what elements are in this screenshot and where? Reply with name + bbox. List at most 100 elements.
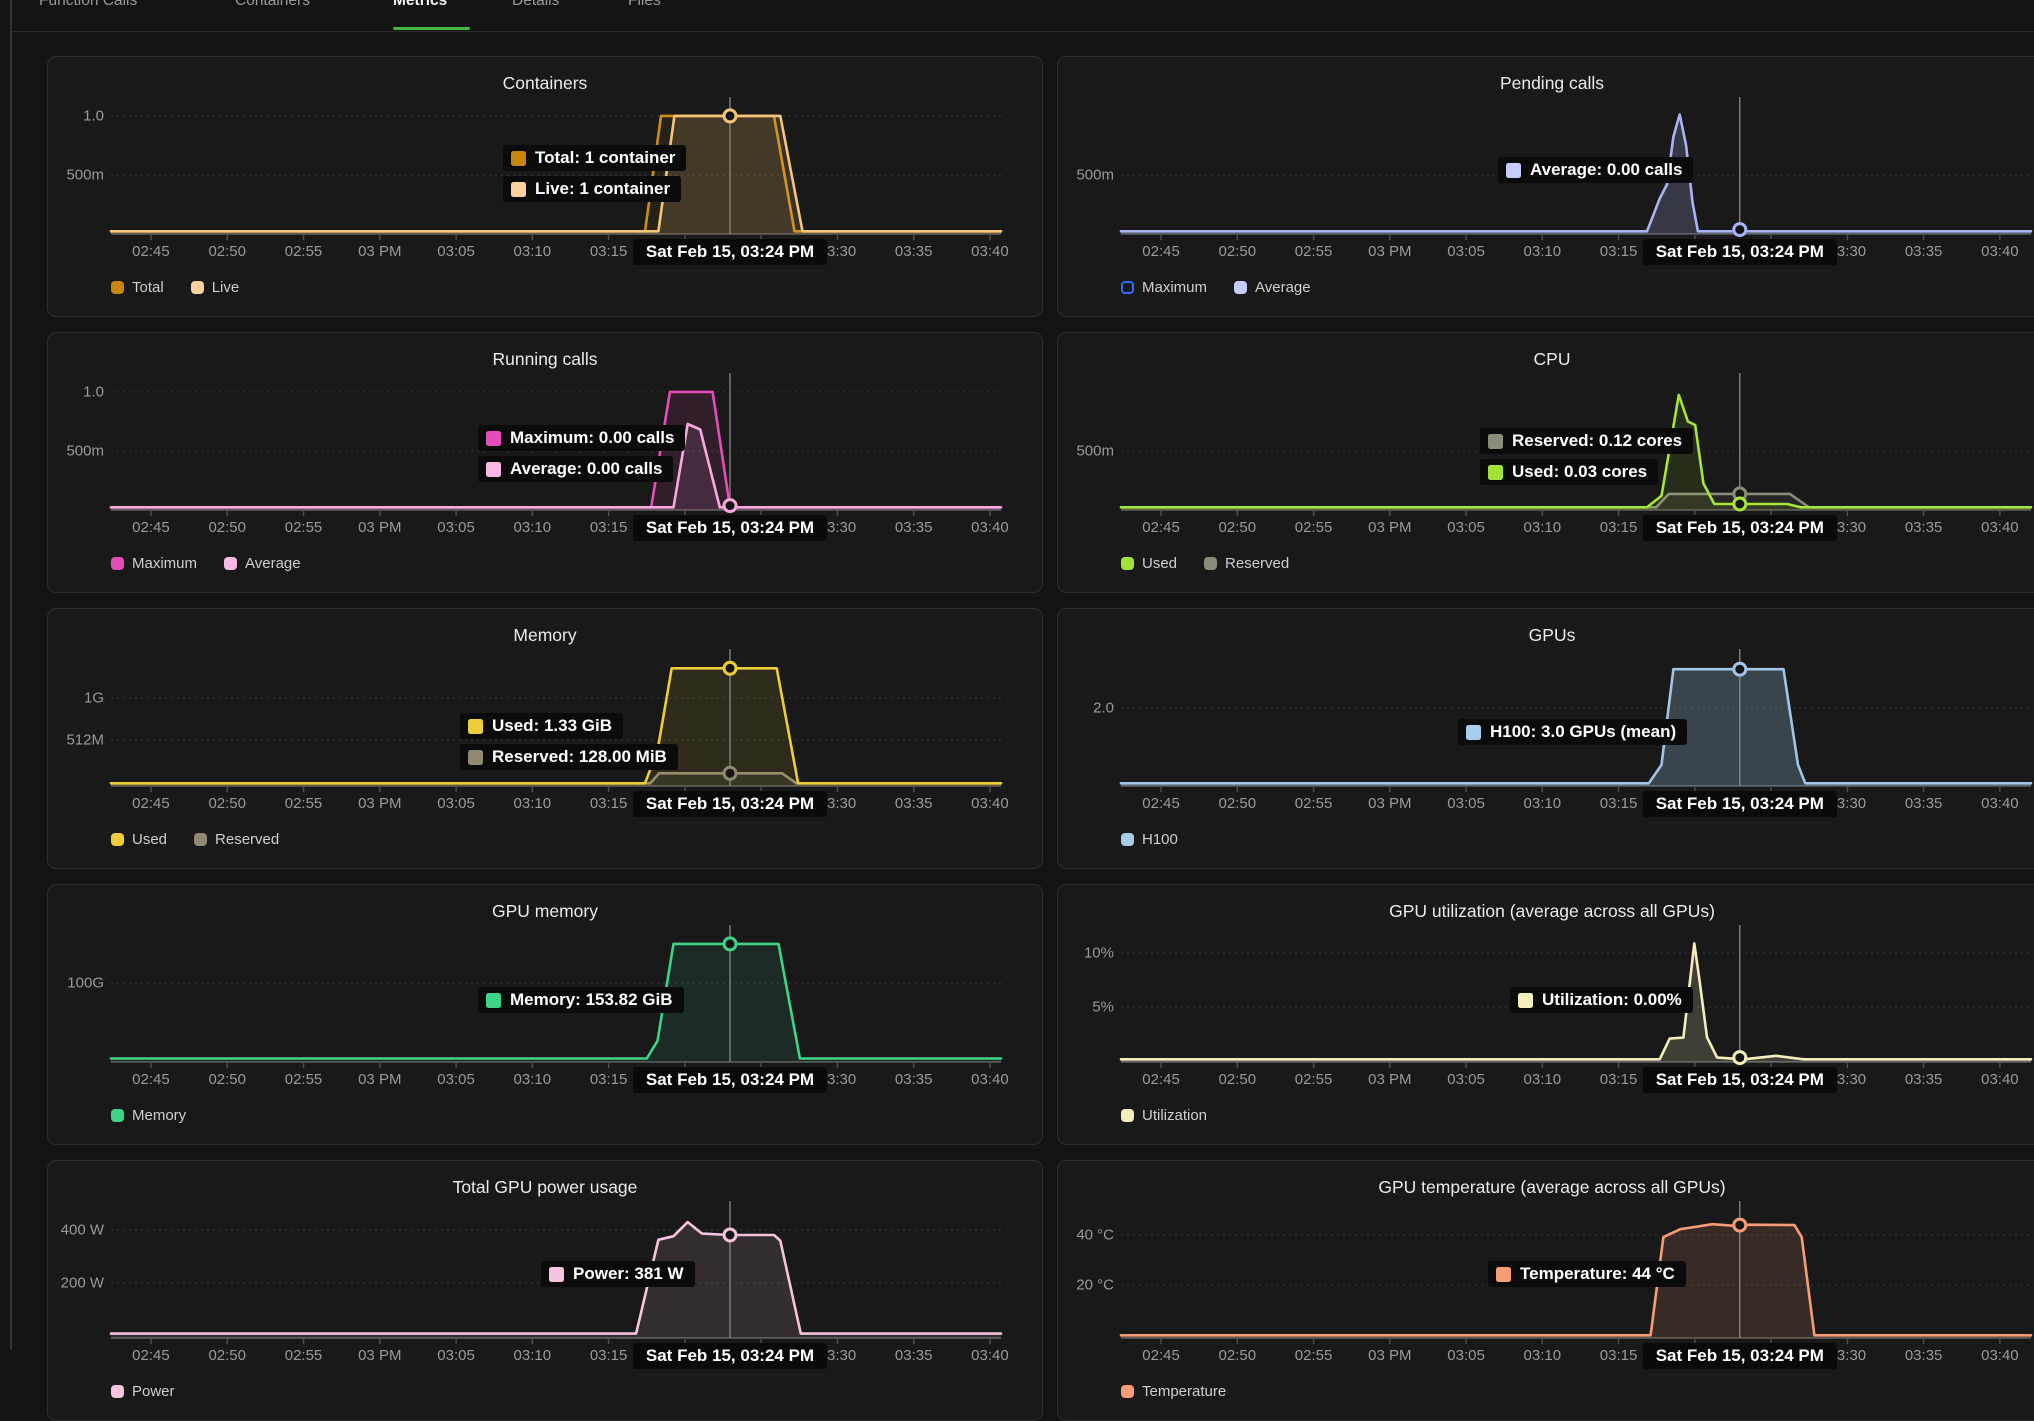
chart-legend: Temperature: [1121, 1383, 1226, 1400]
legend-item-used[interactable]: Used: [1121, 555, 1177, 572]
chart-legend: Total Live: [111, 279, 239, 296]
chart-card-gpu-power: Total GPU power usage 400 W200 W 02:4502…: [47, 1160, 1043, 1421]
tooltip-row: Reserved: 0.12 cores: [1480, 428, 1693, 454]
legend-swatch: [1121, 833, 1134, 846]
series-line-reserved: [1121, 494, 2031, 507]
tab-bar: Function Calls Containers Metrics Detail…: [0, 0, 2034, 33]
legend-swatch: [191, 281, 204, 294]
plot-area[interactable]: [111, 1161, 1001, 1357]
tab-bar-divider: [11, 31, 2034, 32]
series-tooltip: Reserved: 0.12 cores Used: 0.03 cores: [1480, 428, 1693, 490]
tab-function-calls[interactable]: Function Calls: [39, 0, 137, 12]
plot-area[interactable]: [1121, 885, 2031, 1081]
crosshair-date-tooltip: Sat Feb 15, 03:24 PM: [1643, 515, 1837, 541]
legend-item-h100[interactable]: H100: [1121, 831, 1178, 848]
chart-legend: H100: [1121, 831, 1178, 848]
crosshair-date-tooltip: Sat Feb 15, 03:24 PM: [633, 515, 827, 541]
chart-card-memory: Memory 1G512M 02:4502:5002:5503 PM03:050…: [47, 608, 1043, 869]
legend-item-average[interactable]: Average: [224, 555, 301, 572]
legend-item-maximum[interactable]: Maximum: [111, 555, 197, 572]
chart-legend: Used Reserved: [111, 831, 279, 848]
series-swatch: [486, 993, 501, 1008]
legend-item-maximum[interactable]: Maximum: [1121, 279, 1207, 296]
series-swatch: [511, 182, 526, 197]
legend-swatch: [111, 281, 124, 294]
series-swatch: [1518, 993, 1533, 1008]
plot-area[interactable]: [111, 609, 1001, 805]
chart-card-cpu: CPU 500m 02:4502:5002:5503 PM03:0503:100…: [1057, 332, 2034, 593]
y-axis-label: 2.0: [1093, 699, 1114, 716]
y-axis-label: 500m: [66, 167, 104, 184]
y-axis-label: 500m: [1076, 443, 1114, 460]
legend-item-reserved[interactable]: Reserved: [1204, 555, 1289, 572]
chart-legend: Maximum Average: [111, 555, 301, 572]
y-axis-labels: 1.0500m: [48, 57, 104, 234]
tooltip-row: H100: 3.0 GPUs (mean): [1458, 719, 1687, 745]
legend-item-reserved[interactable]: Reserved: [194, 831, 279, 848]
y-axis-label: 40 °C: [1076, 1226, 1114, 1243]
tab-containers[interactable]: Containers: [235, 0, 310, 12]
y-axis-labels: 400 W200 W: [48, 1161, 104, 1338]
chart-card-running-calls: Running calls 1.0500m 02:4502:5002:5503 …: [47, 332, 1043, 593]
series-swatch: [1466, 725, 1481, 740]
chart-legend: Utilization: [1121, 1107, 1207, 1124]
legend-swatch: [1121, 1385, 1134, 1398]
legend-item-used[interactable]: Used: [111, 831, 167, 848]
charts-grid: Containers 1.0500m 02:4502:5002:5503 PM0…: [47, 56, 2034, 1421]
crosshair-date-tooltip: Sat Feb 15, 03:24 PM: [1643, 1343, 1837, 1369]
chart-card-gpu-utilization: GPU utilization (average across all GPUs…: [1057, 884, 2034, 1145]
series-tooltip: Maximum: 0.00 callsAverage: 0.00 calls: [478, 425, 685, 487]
series-tooltip: Total: 1 containerLive: 1 container: [503, 145, 686, 207]
hover-marker: [724, 662, 736, 674]
legend-item-average[interactable]: Average: [1234, 279, 1311, 296]
y-axis-labels: 1G512M: [48, 609, 104, 786]
tooltip-row: Live: 1 container: [503, 176, 681, 202]
crosshair-date-tooltip: Sat Feb 15, 03:24 PM: [633, 1343, 827, 1369]
tooltip-row: Memory: 153.82 GiB: [478, 987, 684, 1013]
y-axis-label: 500m: [66, 443, 104, 460]
series-tooltip: Used: 1.33 GiBReserved: 128.00 MiB: [460, 713, 678, 775]
legend-item-utilization[interactable]: Utilization: [1121, 1107, 1207, 1124]
series-tooltip: Utilization: 0.00%: [1510, 987, 1693, 1018]
y-axis-labels: 500m: [1058, 57, 1114, 234]
legend-swatch: [1121, 281, 1134, 294]
plot-area[interactable]: [111, 885, 1001, 1081]
tooltip-row: Used: 0.03 cores: [1480, 459, 1658, 485]
legend-item-power[interactable]: Power: [111, 1383, 175, 1400]
tooltip-row: Power: 381 W: [541, 1261, 695, 1287]
series-swatch: [1496, 1267, 1511, 1282]
plot-area[interactable]: [1121, 609, 2031, 805]
tab-files[interactable]: Files: [628, 0, 661, 12]
plot-area[interactable]: [1121, 1161, 2031, 1357]
legend-item-total[interactable]: Total: [111, 279, 164, 296]
y-axis-label: 5%: [1092, 998, 1114, 1015]
legend-swatch: [1121, 557, 1134, 570]
y-axis-labels: 1.0500m: [48, 333, 104, 510]
legend-item-temperature[interactable]: Temperature: [1121, 1383, 1226, 1400]
plot-area[interactable]: [1121, 57, 2031, 253]
chart-legend: Power: [111, 1383, 175, 1400]
chart-card-gpu-memory: GPU memory 100G 02:4502:5002:5503 PM03:0…: [47, 884, 1043, 1145]
y-axis-label: 1G: [84, 690, 104, 707]
legend-item-live[interactable]: Live: [191, 279, 240, 296]
crosshair-date-tooltip: Sat Feb 15, 03:24 PM: [633, 239, 827, 265]
chart-legend: Maximum Average: [1121, 279, 1311, 296]
series-tooltip: Power: 381 W: [541, 1261, 695, 1292]
legend-item-memory[interactable]: Memory: [111, 1107, 186, 1124]
legend-swatch: [224, 557, 237, 570]
series-swatch: [468, 750, 483, 765]
tab-metrics[interactable]: Metrics: [393, 0, 447, 12]
series-tooltip: Average: 0.00 calls: [1498, 157, 1693, 188]
crosshair-date-tooltip: Sat Feb 15, 03:24 PM: [633, 1067, 827, 1093]
page-left-border: [10, 0, 12, 1350]
tooltip-row: Used: 1.33 GiB: [460, 713, 623, 739]
crosshair-date-tooltip: Sat Feb 15, 03:24 PM: [633, 791, 827, 817]
tab-details[interactable]: Details: [512, 0, 559, 12]
active-tab-underline: [393, 27, 470, 30]
y-axis-label: 20 °C: [1076, 1277, 1114, 1294]
chart-card-gpu-temperature: GPU temperature (average across all GPUs…: [1057, 1160, 2034, 1421]
y-axis-label: 500m: [1076, 167, 1114, 184]
legend-swatch: [111, 1385, 124, 1398]
chart-card-pending-calls: Pending calls 500m 02:4502:5002:5503 PM0…: [1057, 56, 2034, 317]
series-swatch: [486, 431, 501, 446]
